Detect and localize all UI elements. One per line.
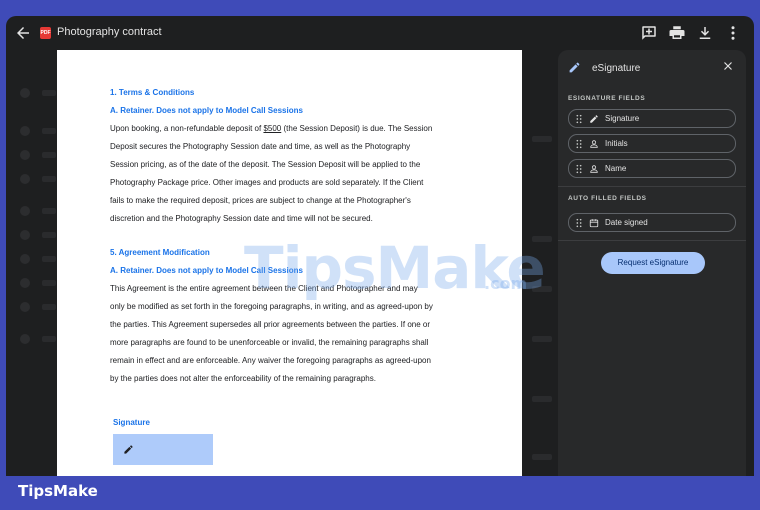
signature-label: Signature — [113, 418, 150, 427]
pen-icon — [590, 114, 598, 123]
back-arrow-icon[interactable] — [14, 24, 32, 42]
calendar-icon — [589, 218, 599, 227]
section-subheading: A. Retainer. Does not apply to Model Cal… — [110, 106, 303, 115]
signature-field-box[interactable] — [113, 434, 213, 465]
brand-logo: TipsMake — [18, 482, 98, 500]
field-chip-signature[interactable]: Signature — [568, 109, 736, 128]
field-chip-name[interactable]: Name — [568, 159, 736, 178]
section-heading: 1. Terms & Conditions — [110, 88, 195, 97]
field-label: Signature — [605, 114, 640, 123]
field-label: Name — [605, 164, 627, 173]
paragraph-line: Upon booking, a non-refundable deposit o… — [110, 124, 433, 133]
pen-icon — [124, 445, 133, 454]
paragraph-line: the parties. This Agreement supersedes a… — [110, 320, 431, 329]
top-bar: PDF Photography contract — [6, 16, 754, 50]
field-chip-initials[interactable]: Initials — [568, 134, 736, 153]
add-comment-icon[interactable] — [640, 24, 658, 42]
background-sidebar — [6, 66, 58, 476]
person-icon — [590, 139, 598, 148]
paragraph-line: more paragraphs are found to be unenforc… — [110, 338, 429, 347]
paragraph-line: by the parties does not alter the enforc… — [110, 374, 376, 383]
field-chip-date-signed[interactable]: Date signed — [568, 213, 736, 232]
paragraph-line: Session pricing, as of the date of the d… — [110, 160, 421, 169]
paragraph-line: discretion and the Photography Session d… — [110, 214, 373, 223]
paragraph-line: fails to make the required deposit, pric… — [110, 196, 411, 205]
esignature-fields-heading: ESIGNATURE FIELDS — [568, 95, 646, 102]
pdf-viewer-window: PDF Photography contract 1. Terms & Cond… — [6, 16, 754, 476]
section-divider — [558, 240, 746, 241]
auto-filled-fields-heading: AUTO FILLED FIELDS — [568, 195, 647, 202]
paragraph-line: remain in effect and are enforceable. An… — [110, 356, 431, 365]
watermark-suffix: .com — [484, 274, 528, 293]
paragraph-line: Deposit secures the Photography Session … — [110, 142, 411, 151]
more-options-icon[interactable] — [724, 24, 742, 42]
panel-title: eSignature — [592, 63, 641, 74]
esignature-panel: eSignature ESIGNATURE FIELDS Signature I… — [558, 50, 746, 476]
drag-handle-icon[interactable] — [575, 114, 583, 124]
drag-handle-icon[interactable] — [575, 164, 583, 174]
person-icon — [590, 164, 598, 173]
drag-handle-icon[interactable] — [575, 218, 583, 228]
signature-pen-icon — [569, 62, 580, 73]
section-divider — [558, 186, 746, 187]
document-title: Photography contract — [57, 26, 162, 38]
print-icon[interactable] — [668, 24, 686, 42]
close-icon[interactable] — [722, 60, 734, 72]
field-label: Date signed — [605, 218, 648, 227]
field-label: Initials — [605, 139, 628, 148]
drag-handle-icon[interactable] — [575, 139, 583, 149]
pdf-file-icon: PDF — [40, 27, 51, 39]
paragraph-line: Photography Package price. Other images … — [110, 178, 424, 187]
deposit-amount: $500 — [263, 124, 282, 133]
panel-header: eSignature — [558, 50, 746, 86]
download-icon[interactable] — [696, 24, 714, 42]
request-esignature-button[interactable]: Request eSignature — [601, 252, 705, 274]
